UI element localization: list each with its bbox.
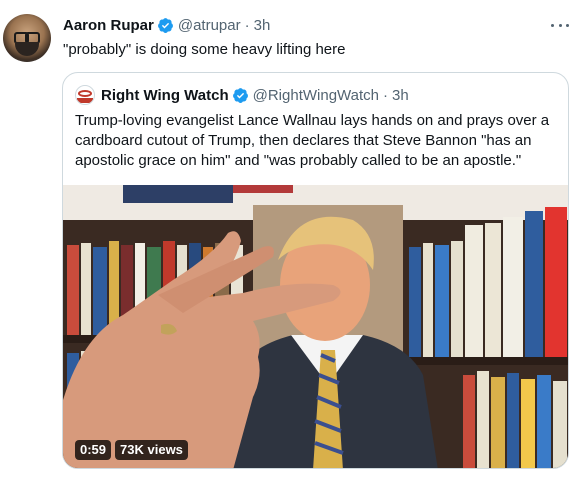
avatar-beard-graphic: [15, 42, 39, 56]
video-badges: 0:59 73K views: [75, 440, 188, 460]
author-handle[interactable]: @atrupar: [178, 17, 241, 34]
separator-dot: ·: [383, 86, 388, 104]
video-duration: 0:59: [75, 440, 112, 460]
quoted-author-avatar: [75, 85, 95, 105]
quoted-tweet[interactable]: Right Wing Watch @RightWingWatch · 3h Tr…: [62, 72, 569, 469]
author-name[interactable]: Aaron Rupar: [63, 17, 154, 34]
tweet-timestamp[interactable]: 3h: [254, 17, 271, 34]
separator-dot: ·: [244, 16, 250, 34]
tweet[interactable]: Aaron Rupar @atrupar · 3h "probably" is …: [0, 0, 585, 479]
quoted-tweet-text-line: cardboard cutout of Trump, then declares…: [75, 132, 532, 149]
author-avatar[interactable]: [3, 14, 51, 62]
quoted-author-handle: @RightWingWatch: [252, 86, 379, 104]
verified-badge-icon: [157, 17, 173, 33]
tweet-header: Aaron Rupar @atrupar · 3h: [63, 15, 270, 35]
quoted-tweet-header: Right Wing Watch @RightWingWatch · 3h: [75, 85, 409, 105]
video-view-count: 73K views: [115, 440, 188, 460]
quoted-tweet-text-line: apostolic grace on him" and "was probabl…: [75, 152, 522, 169]
quoted-tweet-text-line: Trump-loving evangelist Lance Wallnau la…: [75, 112, 550, 129]
verified-badge-icon: [232, 87, 248, 103]
video-frame-thumbnail: [63, 185, 568, 468]
avatar-glasses-graphic: [14, 32, 40, 44]
quoted-tweet-text: Trump-loving evangelist Lance Wallnau la…: [75, 111, 561, 171]
quoted-tweet-timestamp: 3h: [392, 86, 409, 104]
quoted-author-name: Right Wing Watch: [101, 86, 229, 104]
more-dots-icon[interactable]: [551, 18, 569, 32]
video-player[interactable]: 0:59 73K views: [63, 185, 568, 468]
tweet-text: "probably" is doing some heavy lifting h…: [63, 41, 346, 58]
